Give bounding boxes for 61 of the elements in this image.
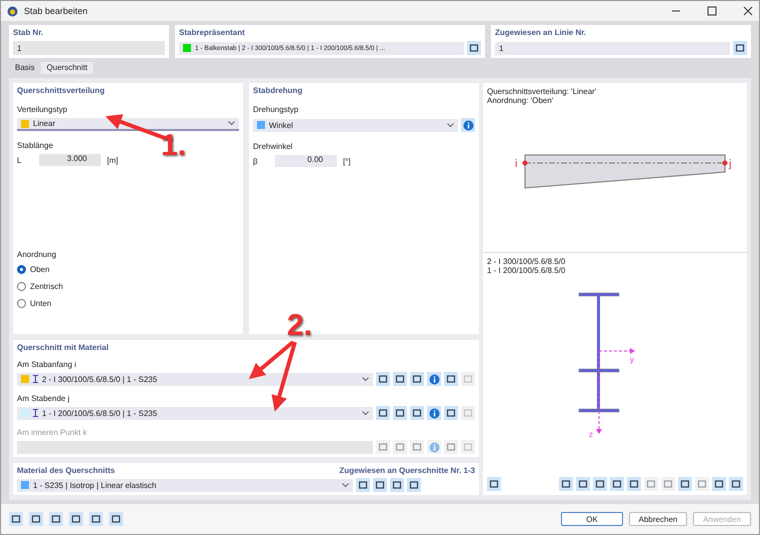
radio-label: Unten bbox=[30, 299, 52, 308]
maximize-icon[interactable] bbox=[707, 6, 717, 16]
radio-label: Oben bbox=[30, 265, 50, 274]
app-icon bbox=[7, 6, 18, 16]
line-number-field[interactable]: 1 bbox=[495, 42, 730, 54]
annotation-number: 1. bbox=[161, 129, 186, 163]
panel-title: Material des Querschnitts bbox=[17, 466, 116, 475]
window-title: Stab bearbeiten bbox=[24, 6, 89, 16]
radio-option[interactable]: Unten bbox=[17, 297, 239, 310]
dropdown-caret-icon bbox=[447, 122, 454, 128]
panel-title: Zugewiesen an Linie Nr. bbox=[495, 28, 588, 37]
section-name-text: 2 - I 300/100/5.6/8.5/0 bbox=[487, 257, 566, 266]
radio-option[interactable]: Oben bbox=[17, 263, 239, 276]
preview-info-text: Anordnung: 'Oben' bbox=[487, 96, 554, 105]
i-section-drawing: y z bbox=[575, 289, 655, 439]
symbol-label: L bbox=[17, 156, 22, 164]
field-label: Stablänge bbox=[17, 141, 54, 150]
tab[interactable]: Basis bbox=[9, 62, 41, 74]
panel-title: Querschnitt mit Material bbox=[17, 343, 110, 352]
field-label: Drehungstyp bbox=[253, 105, 300, 114]
field-label: Am inneren Punkt k bbox=[17, 428, 88, 437]
dialog-button[interactable]: Abbrechen bbox=[629, 512, 687, 526]
panel-title: Stabdrehung bbox=[253, 86, 304, 95]
panel-title: Stab Nr. bbox=[13, 28, 44, 37]
close-icon[interactable] bbox=[743, 6, 753, 16]
angle-field[interactable]: 0.00 bbox=[275, 155, 337, 167]
dropdown-caret-icon bbox=[362, 410, 369, 416]
tab[interactable]: Querschnitt bbox=[40, 62, 94, 74]
annotation-number: 2. bbox=[287, 309, 312, 343]
info-icon[interactable] bbox=[461, 118, 475, 132]
preview-info-text: Querschnittsverteilung: 'Linear' bbox=[487, 87, 598, 96]
rotation-type-dropdown[interactable]: Winkel bbox=[253, 118, 458, 132]
field-label: Am Stabende j bbox=[17, 394, 70, 403]
field-label: Drehwinkel bbox=[253, 142, 294, 151]
symbol-label: β bbox=[253, 156, 259, 166]
material-dropdown[interactable]: 1 - S235 | Isotrop | Linear elastisch bbox=[17, 478, 353, 492]
radio-option[interactable]: Zentrisch bbox=[17, 280, 239, 293]
field-label: Am Stabanfang i bbox=[17, 360, 78, 369]
panel-title: Querschnittsverteilung bbox=[17, 86, 106, 95]
dropdown-caret-icon bbox=[342, 482, 349, 488]
radio-button[interactable] bbox=[17, 265, 26, 274]
section-name-text: 1 - I 200/100/5.6/8.5/0 bbox=[487, 266, 566, 275]
unit-label: [m] bbox=[107, 156, 118, 164]
dialog-button[interactable]: OK bbox=[561, 512, 623, 526]
section-dropdown[interactable]: 2 - I 300/100/5.6/8.5/0 | 1 - S235 bbox=[17, 372, 373, 386]
radio-button[interactable] bbox=[17, 299, 26, 308]
assigned-sections-label: Zugewiesen an Querschnitte Nr. 1-3 bbox=[339, 466, 475, 475]
radio-button[interactable] bbox=[17, 282, 26, 291]
distribution-type-dropdown[interactable]: Linear bbox=[17, 118, 239, 131]
info-icon[interactable] bbox=[427, 406, 441, 420]
length-field[interactable]: 3.000 bbox=[39, 154, 101, 166]
panel-title: Stabrepräsentant bbox=[179, 28, 246, 37]
field-label: Anordnung bbox=[17, 250, 58, 259]
unit-label: [°] bbox=[343, 156, 351, 166]
info-icon[interactable] bbox=[427, 372, 441, 386]
field-label: Verteilungstyp bbox=[17, 105, 68, 114]
dropdown-caret-icon bbox=[228, 121, 235, 126]
radio-label: Zentrisch bbox=[30, 282, 63, 291]
member-number-field[interactable]: 1 bbox=[13, 41, 165, 55]
dropdown-caret-icon bbox=[362, 376, 369, 382]
section-dropdown[interactable]: 1 - I 200/100/5.6/8.5/0 | 1 - S235 bbox=[17, 406, 373, 420]
